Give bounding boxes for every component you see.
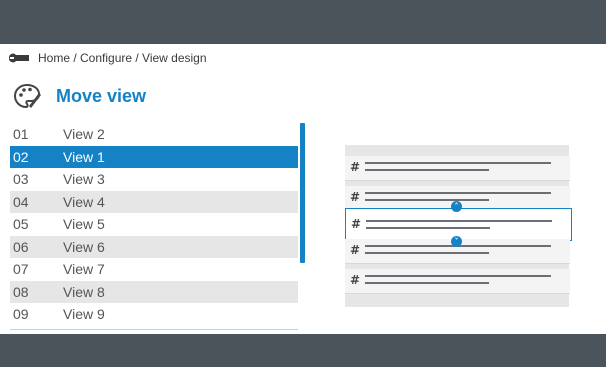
view-list-row[interactable]: 03 View 3 [10,168,298,191]
view-label: View 4 [63,193,105,210]
view-label: View 9 [63,306,105,323]
view-list[interactable]: 01 View 2 02 View 1 03 View 3 04 View 4 05 View 5… [10,123,298,326]
text-line [365,192,551,194]
text-line [365,162,551,164]
view-label: View 2 [63,126,105,143]
view-list-row[interactable]: 04 View 4 [10,190,298,213]
list-scrollbar[interactable] [300,123,305,263]
text-line [366,227,490,229]
wrench-icon [8,53,29,63]
view-list-row[interactable]: 09 View 9 [10,303,298,326]
view-label: View 3 [63,171,105,188]
hash-icon: # [350,273,361,287]
text-line [365,275,551,277]
page-header: Move view [12,80,146,112]
view-number: 08 [13,283,29,300]
breadcrumb: Home / Configure / View design [8,49,207,67]
palette-icon [13,83,41,109]
view-list-row[interactable]: 06 View 6 [10,235,298,258]
view-list-row[interactable]: 08 View 8 [10,280,298,303]
view-label: View 6 [63,238,105,255]
view-list-row[interactable]: 01 View 2 [10,123,298,146]
view-number: 01 [13,126,29,143]
view-number: 06 [13,238,29,255]
list-divider [10,329,298,330]
view-number: 05 [13,216,29,233]
view-list-row[interactable]: 07 View 7 [10,258,298,281]
move-up-button[interactable]: ˄ [451,201,462,212]
text-line [365,169,489,171]
view-list-row[interactable]: 05 View 5 [10,213,298,236]
text-line [366,220,552,222]
text-line [365,282,489,284]
move-down-button[interactable]: ˅ [451,236,462,247]
view-label: View 8 [63,283,105,300]
hash-icon: # [350,190,361,204]
top-bar [0,0,606,44]
preview-card: # [345,156,570,181]
view-number: 03 [13,171,29,188]
view-number: 07 [13,261,29,278]
view-label: View 7 [63,261,105,278]
text-line [365,252,489,254]
view-number: 09 [13,306,29,323]
view-label: View 5 [63,216,105,233]
hash-icon: # [350,160,361,174]
text-line [365,199,489,201]
view-label: View 1 [63,148,105,165]
preview-card: # [345,269,570,294]
hash-icon: # [350,243,361,257]
view-number: 04 [13,193,29,210]
breadcrumb-text: Home / Configure / View design [38,51,207,65]
bottom-bar [0,334,606,367]
page-title: Move view [56,85,147,106]
view-number: 02 [13,148,29,165]
view-list-row[interactable]: 02 View 1 [10,145,298,168]
hash-icon: # [351,217,362,231]
